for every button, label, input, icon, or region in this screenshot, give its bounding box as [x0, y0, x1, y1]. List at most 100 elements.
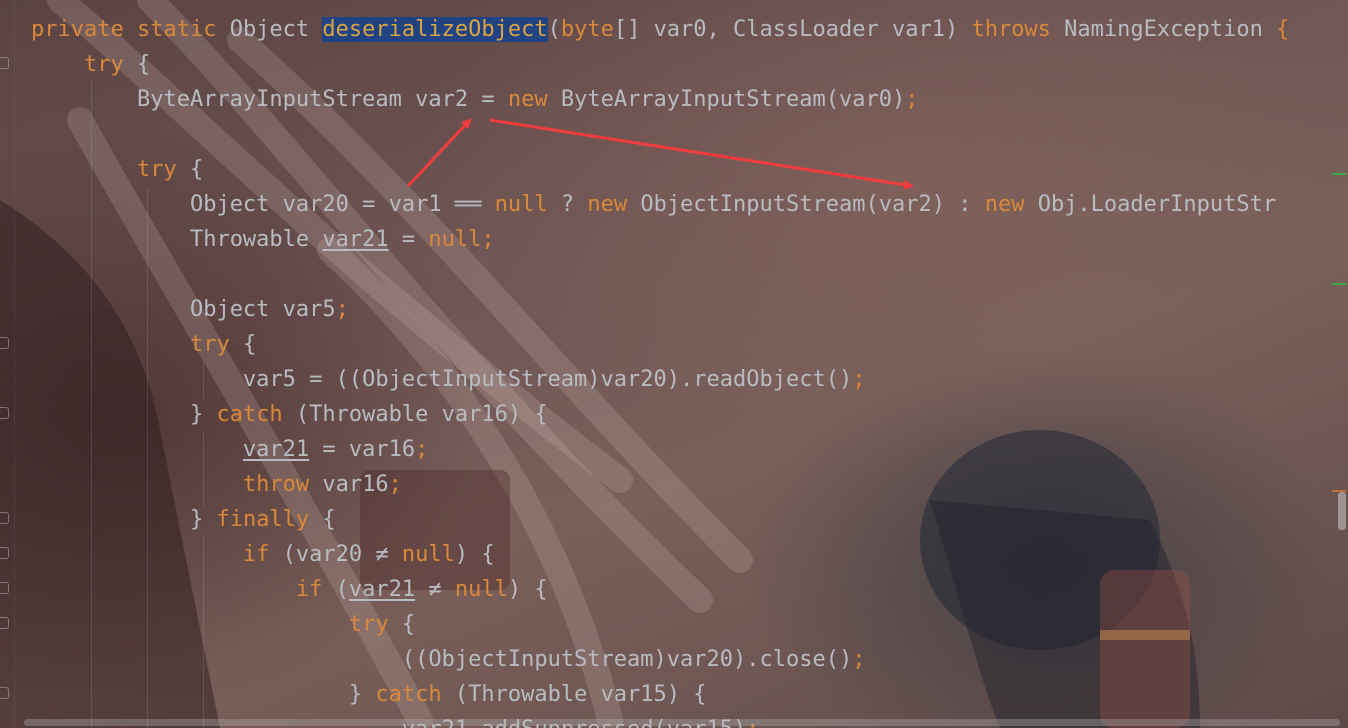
fold-marker[interactable]	[0, 337, 9, 349]
code-line[interactable]: ((ObjectInputStream)var20).close();	[31, 642, 1348, 677]
code-token: {	[176, 157, 204, 182]
code-line[interactable]: var5 = ((ObjectInputStream)var20).readOb…	[31, 362, 1348, 397]
highlighted-method-name: deserializeObject	[322, 17, 548, 42]
code-token: ;	[388, 472, 402, 497]
fold-marker[interactable]	[0, 512, 9, 524]
code-line[interactable]: } finally {	[31, 502, 1348, 537]
code-token: var21	[242, 437, 310, 462]
code-line[interactable]: var21 = var16;	[31, 432, 1348, 467]
code-token: }	[348, 682, 376, 707]
code-line[interactable]: if (var21 ≠ null) {	[31, 572, 1348, 607]
code-line[interactable]: Object var20 = var1 ══ null ? new Object…	[31, 187, 1348, 222]
change-marker[interactable]	[1332, 173, 1346, 175]
code-keyword: new	[984, 192, 1025, 217]
code-token: ByteArrayInputStream(var0)	[547, 87, 906, 112]
code-token: {	[123, 52, 151, 77]
code-token: (Throwable var16) {	[282, 402, 548, 427]
code-token: (var20 ≠	[269, 542, 402, 567]
code-token: ByteArrayInputStream var2 =	[136, 87, 508, 112]
code-line[interactable]: Object var5;	[31, 292, 1348, 327]
code-line[interactable]: try {	[31, 152, 1348, 187]
code-keyword: new	[587, 192, 628, 217]
code-keyword: static	[136, 17, 217, 42]
code-token: ;	[335, 297, 349, 322]
code-keyword: null	[428, 227, 482, 252]
code-line[interactable]: throw var16;	[31, 467, 1348, 502]
code-keyword: finally	[216, 507, 310, 532]
code-keyword: try	[348, 612, 389, 637]
code-token: ;	[852, 367, 866, 392]
code-token: Obj.LoaderInputStr	[1024, 192, 1277, 217]
code-token: Object	[216, 17, 323, 42]
code-keyword: throws	[971, 17, 1051, 42]
code-token: ) {	[454, 542, 495, 567]
code-token: Object var20 = var1 ══	[189, 192, 495, 217]
code-keyword: private	[31, 17, 124, 42]
code-token: var16	[309, 472, 389, 497]
code-token: var21	[322, 227, 389, 252]
code-keyword: null	[454, 577, 508, 602]
code-editor[interactable]: private static Object deserializeObject (…	[31, 12, 1348, 728]
code-line[interactable]	[31, 257, 1348, 292]
code-token: ;	[852, 647, 866, 672]
code-line[interactable]: try {	[31, 607, 1348, 642]
fold-marker[interactable]	[0, 687, 9, 699]
code-token: }	[189, 402, 217, 427]
code-keyword: null	[401, 542, 455, 567]
code-token: ≠	[415, 577, 455, 602]
fold-marker[interactable]	[0, 407, 9, 419]
fold-marker[interactable]	[0, 547, 9, 559]
fold-marker[interactable]	[0, 57, 9, 69]
fold-marker[interactable]	[0, 617, 9, 629]
code-keyword: throw	[242, 472, 310, 497]
code-token: [] var0, ClassLoader var1)	[613, 17, 972, 42]
code-token: ) {	[507, 577, 548, 602]
code-keyword: if	[242, 542, 270, 567]
horizontal-scrollbar[interactable]	[24, 719, 1340, 726]
code-keyword: try	[83, 52, 124, 77]
code-token: var5 = ((ObjectInputStream)var20).readOb…	[242, 367, 853, 392]
code-token: {	[309, 507, 336, 532]
code-keyword: catch	[375, 682, 442, 707]
editor-gutter[interactable]	[0, 0, 15, 728]
code-token: {	[229, 332, 257, 357]
code-keyword: null	[494, 192, 548, 217]
code-token: (	[322, 577, 349, 602]
code-line[interactable]: try {	[31, 47, 1348, 82]
change-marker[interactable]	[1332, 283, 1346, 285]
code-line[interactable]	[31, 117, 1348, 152]
code-line[interactable]: Throwable var21 = null;	[31, 222, 1348, 257]
code-keyword: try	[136, 157, 177, 182]
fold-marker[interactable]	[0, 582, 9, 594]
code-token: Object var5	[189, 297, 336, 322]
code-token: ;	[415, 437, 429, 462]
code-line[interactable]: private static Object deserializeObject(…	[31, 12, 1348, 47]
code-line[interactable]: } catch (Throwable var15) {	[31, 677, 1348, 712]
code-line[interactable]: try {	[31, 327, 1348, 362]
code-keyword: byte	[560, 17, 614, 42]
code-line[interactable]: if (var20 ≠ null) {	[31, 537, 1348, 572]
code-keyword: try	[189, 332, 230, 357]
code-token: = var16	[309, 437, 416, 462]
code-token: =	[388, 227, 429, 252]
code-line[interactable]: ByteArrayInputStream var2 = new ByteArra…	[31, 82, 1348, 117]
vertical-scrollbar[interactable]	[1338, 492, 1346, 530]
code-keyword: catch	[216, 402, 283, 427]
code-token: ;	[905, 87, 919, 112]
code-line[interactable]: } catch (Throwable var16) {	[31, 397, 1348, 432]
